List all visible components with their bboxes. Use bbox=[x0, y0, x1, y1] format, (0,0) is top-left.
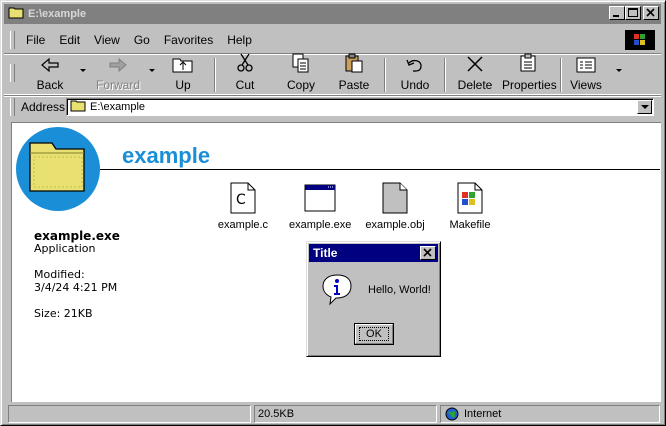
address-value: E:\example bbox=[90, 101, 146, 113]
status-bar: 20.5KB Internet bbox=[4, 405, 661, 423]
toolbar-separator bbox=[444, 58, 446, 92]
copy-label: Copy bbox=[286, 78, 315, 92]
paste-button[interactable]: Paste bbox=[331, 53, 377, 92]
message-dialog: Title Hello, World! OK bbox=[306, 241, 441, 357]
windows-logo-icon bbox=[625, 30, 655, 50]
menu-favorites[interactable]: Favorites bbox=[157, 33, 220, 47]
dialog-title: Title bbox=[313, 246, 338, 260]
menu-help[interactable]: Help bbox=[220, 33, 259, 47]
delete-button[interactable]: Delete bbox=[452, 56, 498, 92]
delete-x-icon bbox=[466, 55, 484, 76]
status-zone: Internet bbox=[464, 408, 502, 420]
properties-button[interactable]: Properties bbox=[502, 53, 557, 92]
file-item[interactable]: C example.c bbox=[212, 181, 274, 231]
modified-label: Modified: bbox=[34, 268, 85, 281]
information-icon bbox=[320, 272, 354, 309]
menu-grip[interactable] bbox=[10, 31, 15, 49]
copy-icon bbox=[291, 53, 311, 76]
file-item[interactable]: Makefile bbox=[439, 181, 501, 231]
status-pane-zone: Internet bbox=[440, 405, 660, 423]
menu-edit[interactable]: Edit bbox=[52, 33, 87, 47]
up-label: Up bbox=[175, 78, 191, 92]
folder-heading: example bbox=[122, 143, 211, 168]
undo-icon bbox=[405, 57, 425, 76]
c-source-file-icon: C bbox=[230, 182, 256, 217]
windows-document-icon bbox=[457, 182, 483, 217]
modified-value: 3/4/24 4:21 PM bbox=[34, 281, 118, 294]
back-arrow-icon bbox=[40, 57, 60, 76]
maximize-button[interactable] bbox=[625, 6, 641, 20]
minimize-button[interactable] bbox=[609, 6, 625, 20]
status-pane-size: 20.5KB bbox=[254, 405, 437, 423]
back-label: Back bbox=[36, 78, 64, 92]
views-label: Views bbox=[570, 78, 602, 92]
clipboard-icon bbox=[344, 53, 364, 76]
forward-button[interactable]: Forward bbox=[92, 56, 144, 92]
toolbar-separator bbox=[384, 58, 386, 92]
file-item[interactable]: example.obj bbox=[364, 181, 426, 231]
properties-label: Properties bbox=[502, 78, 557, 92]
copy-button[interactable]: Copy bbox=[278, 53, 324, 92]
toolbar-separator bbox=[214, 58, 216, 92]
folder-icon bbox=[70, 99, 86, 115]
explorer-window: E:\example File Edit View Go Favorites H… bbox=[0, 0, 666, 426]
delete-label: Delete bbox=[457, 78, 493, 92]
back-button[interactable]: Back bbox=[26, 56, 74, 92]
file-name: example.obj bbox=[365, 219, 425, 231]
views-dropdown-arrow[interactable] bbox=[616, 69, 622, 72]
dialog-message: Hello, World! bbox=[368, 284, 431, 296]
heading-divider bbox=[100, 169, 660, 170]
selected-file-name: example.exe bbox=[34, 229, 120, 243]
file-name: example.c bbox=[217, 219, 269, 231]
forward-arrow-icon bbox=[108, 57, 128, 76]
selected-file-type: Application bbox=[34, 242, 96, 255]
application-window-icon bbox=[304, 184, 336, 215]
large-folder-icon bbox=[28, 139, 86, 196]
status-pane-main bbox=[8, 405, 251, 423]
title-bar[interactable]: E:\example bbox=[4, 4, 661, 24]
blank-file-icon bbox=[382, 182, 408, 217]
ok-label: OK bbox=[359, 327, 389, 341]
address-label: Address bbox=[21, 100, 66, 114]
up-folder-icon bbox=[172, 55, 194, 76]
paste-label: Paste bbox=[338, 78, 370, 92]
address-grip[interactable] bbox=[10, 98, 15, 116]
views-list-icon bbox=[576, 57, 596, 76]
forward-dropdown-arrow[interactable] bbox=[149, 69, 155, 72]
svg-text:C: C bbox=[236, 192, 246, 208]
ok-button[interactable]: OK bbox=[354, 323, 394, 345]
folder-icon bbox=[8, 6, 24, 22]
menu-view[interactable]: View bbox=[87, 33, 127, 47]
status-size: 20.5KB bbox=[258, 408, 295, 420]
up-button[interactable]: Up bbox=[162, 56, 204, 92]
cut-label: Cut bbox=[235, 78, 255, 92]
properties-icon bbox=[518, 53, 538, 76]
menu-go[interactable]: Go bbox=[127, 33, 157, 47]
globe-icon bbox=[445, 407, 459, 421]
standard-toolbar: Back Forward Up Cut Copy Paste Undo Dele… bbox=[4, 53, 661, 95]
address-dropdown-button[interactable] bbox=[637, 100, 652, 114]
file-name: example.exe bbox=[289, 219, 352, 231]
toolbar-grip[interactable] bbox=[10, 64, 15, 82]
dialog-close-button[interactable] bbox=[420, 246, 436, 260]
address-bar: Address E:\example bbox=[4, 95, 661, 118]
menu-file[interactable]: File bbox=[19, 33, 52, 47]
back-dropdown-arrow[interactable] bbox=[80, 69, 86, 72]
file-item[interactable]: example.exe bbox=[289, 181, 351, 231]
menu-bar: File Edit View Go Favorites Help bbox=[4, 29, 661, 51]
undo-button[interactable]: Undo bbox=[393, 56, 437, 92]
scissors-icon bbox=[236, 53, 254, 76]
dialog-title-bar[interactable]: Title bbox=[309, 244, 438, 262]
address-input[interactable]: E:\example bbox=[66, 98, 654, 116]
close-button[interactable] bbox=[643, 6, 659, 20]
forward-label: Forward bbox=[95, 78, 140, 92]
toolbar-separator bbox=[560, 58, 562, 92]
window-title: E:\example bbox=[28, 8, 87, 20]
file-name: Makefile bbox=[449, 219, 491, 231]
cut-button[interactable]: Cut bbox=[224, 53, 266, 92]
views-button[interactable]: Views bbox=[566, 56, 606, 92]
undo-label: Undo bbox=[400, 78, 430, 92]
file-size-info: Size: 21KB bbox=[34, 307, 93, 320]
